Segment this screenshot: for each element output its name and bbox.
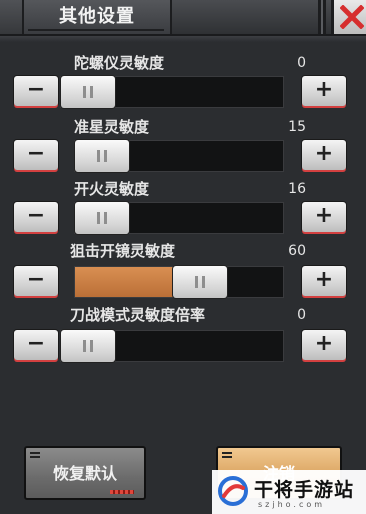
titlebar-separator: [318, 0, 326, 34]
plus-icon: +: [314, 331, 334, 356]
slider-thumb[interactable]: [75, 140, 129, 172]
minus-icon: −: [26, 141, 46, 166]
minus-icon: −: [26, 267, 46, 292]
knife-plus-button[interactable]: +: [302, 330, 346, 360]
fire-sensitivity-label: 开火灵敏度: [74, 180, 150, 198]
menu-mark-icon: [222, 452, 232, 454]
plus-icon: +: [314, 77, 334, 102]
gyro-sensitivity-label: 陀螺仪灵敏度: [74, 54, 165, 72]
plus-icon: +: [314, 141, 334, 166]
slider-thumb[interactable]: [61, 330, 115, 362]
title-bar: 其他设置: [0, 0, 366, 36]
watermark-url: szjho.com: [258, 500, 326, 509]
crosshair-plus-button[interactable]: +: [302, 140, 346, 170]
gyro-sensitivity-slider[interactable]: [60, 76, 284, 108]
knife-mode-multiplier-label: 刀战模式灵敏度倍率: [70, 306, 206, 324]
crosshair-minus-button[interactable]: −: [14, 140, 58, 170]
sniper-scope-sensitivity-value: 60: [288, 243, 306, 259]
sniper-scope-sensitivity-slider[interactable]: [74, 266, 284, 298]
fire-plus-button[interactable]: +: [302, 202, 346, 232]
gyro-plus-button[interactable]: +: [302, 76, 346, 106]
sniper-minus-button[interactable]: −: [14, 266, 58, 296]
watermark-brand: 干将手游站: [254, 479, 355, 501]
minus-icon: −: [26, 77, 46, 102]
watermark: 干将手游站 szjho.com: [212, 470, 366, 514]
close-icon: [340, 5, 364, 29]
menu-mark-icon: [30, 452, 40, 454]
fire-sensitivity-value: 16: [288, 181, 306, 197]
gyro-sensitivity-value: 0: [297, 55, 306, 71]
crosshair-sensitivity-slider[interactable]: [74, 140, 284, 172]
close-button[interactable]: [331, 0, 366, 34]
sniper-scope-sensitivity-label: 狙击开镜灵敏度: [70, 242, 176, 260]
crosshair-sensitivity-value: 15: [288, 119, 306, 135]
slider-thumb[interactable]: [61, 76, 115, 108]
sniper-plus-button[interactable]: +: [302, 266, 346, 296]
plus-icon: +: [314, 203, 334, 228]
fire-minus-button[interactable]: −: [14, 202, 58, 232]
minus-icon: −: [26, 203, 46, 228]
gyro-minus-button[interactable]: −: [14, 76, 58, 106]
brand-logo-icon: [218, 476, 248, 506]
slider-thumb[interactable]: [173, 266, 227, 298]
fire-sensitivity-slider[interactable]: [74, 202, 284, 234]
led-indicator: [110, 490, 134, 494]
knife-minus-button[interactable]: −: [14, 330, 58, 360]
slider-fill: [75, 267, 173, 297]
knife-mode-multiplier-slider[interactable]: [60, 330, 284, 362]
restore-defaults-label: 恢复默认: [52, 464, 117, 483]
plus-icon: +: [314, 267, 334, 292]
crosshair-sensitivity-label: 准星灵敏度: [74, 118, 150, 136]
slider-thumb[interactable]: [75, 202, 129, 234]
restore-defaults-button[interactable]: 恢复默认: [24, 446, 146, 500]
title-tab-edge: [0, 0, 24, 34]
panel-divider: [0, 36, 366, 42]
knife-mode-multiplier-value: 0: [297, 307, 306, 323]
window-title: 其他设置: [24, 0, 172, 34]
minus-icon: −: [26, 331, 46, 356]
